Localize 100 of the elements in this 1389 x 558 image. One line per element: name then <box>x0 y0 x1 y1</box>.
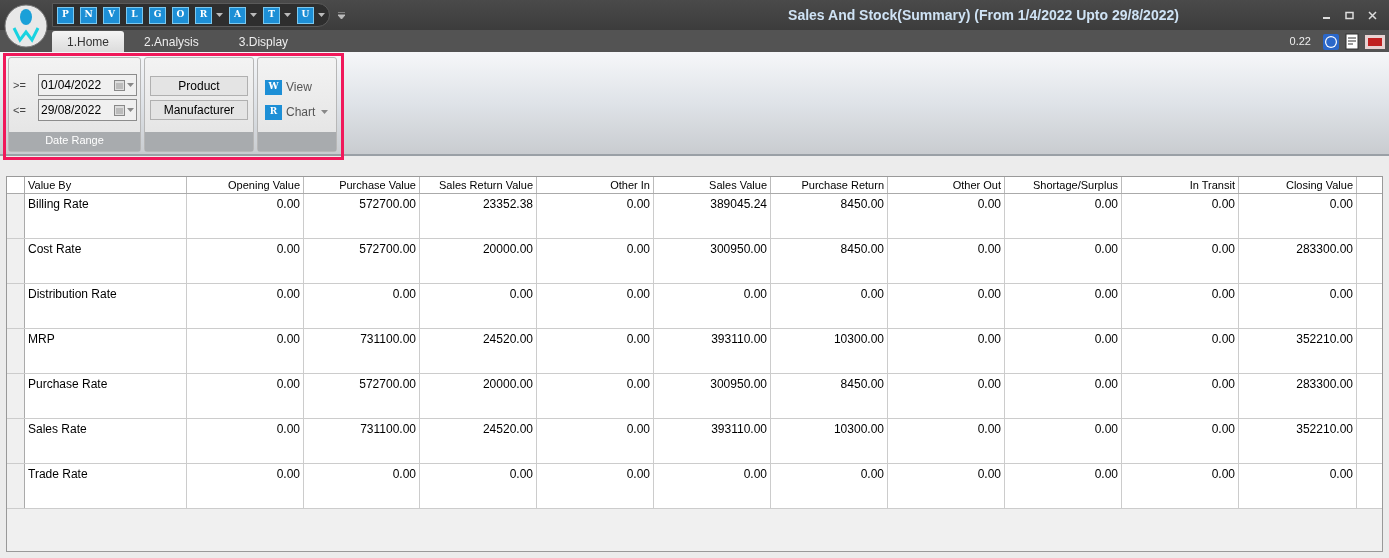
table-cell: 0.00 <box>1122 194 1239 238</box>
table-cell: 0.00 <box>537 464 654 508</box>
group-label: Date Range <box>9 132 140 151</box>
column-header[interactable]: Sales Return Value <box>420 177 537 193</box>
quick-access-button[interactable]: O <box>172 6 189 24</box>
column-header[interactable]: Sales Value <box>654 177 771 193</box>
table-cell: 572700.00 <box>304 194 420 238</box>
document-icon[interactable] <box>1345 33 1359 50</box>
date-field[interactable]: 01/04/2022 <box>38 74 137 96</box>
operator-label: <= <box>13 102 27 118</box>
ribbon-tab[interactable]: 1.Home <box>52 31 125 52</box>
table-cell: 0.00 <box>1005 419 1122 463</box>
exit-icon[interactable] <box>1365 34 1385 49</box>
quick-access-button[interactable]: R <box>195 6 212 24</box>
table-cell: 20000.00 <box>420 239 537 283</box>
table-cell: 300950.00 <box>654 374 771 418</box>
column-header[interactable]: Value By <box>25 177 187 193</box>
table-cell: 0.00 <box>1005 284 1122 328</box>
table-cell: 352210.00 <box>1239 329 1357 373</box>
caret-icon <box>127 83 134 87</box>
table-cell: 283300.00 <box>1239 239 1357 283</box>
table-cell: 0.00 <box>420 464 537 508</box>
column-header[interactable]: Purchase Return <box>771 177 888 193</box>
table-cell: 0.00 <box>187 194 304 238</box>
table-cell: 24520.00 <box>420 329 537 373</box>
table-cell: 0.00 <box>187 419 304 463</box>
help-icon[interactable] <box>1323 33 1339 50</box>
column-header[interactable]: Closing Value <box>1239 177 1357 193</box>
table-cell: 393110.00 <box>654 419 771 463</box>
column-header[interactable]: Other Out <box>888 177 1005 193</box>
table-cell: 10300.00 <box>771 329 888 373</box>
close-icon[interactable] <box>1368 10 1377 20</box>
calendar-icon[interactable] <box>114 79 125 91</box>
table-cell: 8450.00 <box>771 239 888 283</box>
ribbon-tab[interactable]: 2.Analysis <box>134 31 209 52</box>
table-cell: MRP <box>25 329 187 373</box>
ribbon-tab[interactable]: 3.Display <box>228 31 299 52</box>
table-cell: 0.00 <box>771 464 888 508</box>
column-header[interactable]: Shortage/Surplus <box>1005 177 1122 193</box>
table-cell: Sales Rate <box>25 419 187 463</box>
caret-icon[interactable] <box>216 13 223 17</box>
column-header[interactable]: In Transit <box>1122 177 1239 193</box>
table-cell: 0.00 <box>654 464 771 508</box>
version-label: 0.22 <box>1289 34 1311 50</box>
table-cell: 0.00 <box>304 464 420 508</box>
customize-icon[interactable] <box>338 11 345 19</box>
table-cell: 0.00 <box>1005 464 1122 508</box>
table-cell: 0.00 <box>187 374 304 418</box>
table-cell: 0.00 <box>1005 239 1122 283</box>
table-cell: 0.00 <box>1122 329 1239 373</box>
table-cell: 0.00 <box>888 374 1005 418</box>
date-field[interactable]: 29/08/2022 <box>38 99 137 121</box>
table-cell: 0.00 <box>1005 194 1122 238</box>
ribbon-action-button[interactable]: R Chart <box>265 103 316 121</box>
table-cell: Trade Rate <box>25 464 187 508</box>
table-cell: 0.00 <box>888 284 1005 328</box>
quick-access-button[interactable]: P <box>57 6 74 24</box>
table-cell: 0.00 <box>187 329 304 373</box>
table-cell: 0.00 <box>1122 284 1239 328</box>
caret-icon[interactable] <box>250 13 257 17</box>
table-cell: 0.00 <box>187 464 304 508</box>
calendar-icon[interactable] <box>114 104 125 116</box>
quick-access-button[interactable]: V <box>103 6 120 24</box>
table-cell: 24520.00 <box>420 419 537 463</box>
table-cell: 0.00 <box>537 239 654 283</box>
table-cell: 731100.00 <box>304 419 420 463</box>
column-header[interactable]: Purchase Value <box>304 177 420 193</box>
table-cell: 0.00 <box>420 284 537 328</box>
table-cell: 0.00 <box>888 239 1005 283</box>
table-cell: 572700.00 <box>304 374 420 418</box>
table-cell: 8450.00 <box>771 194 888 238</box>
quick-access-button[interactable]: G <box>149 6 166 24</box>
column-header[interactable]: Opening Value <box>187 177 304 193</box>
maximize-icon[interactable] <box>1345 10 1354 20</box>
table-cell: 0.00 <box>1005 374 1122 418</box>
table-cell: 23352.38 <box>420 194 537 238</box>
ribbon-action-button[interactable]: W View <box>265 78 312 96</box>
table-cell: Cost Rate <box>25 239 187 283</box>
toolbar-icon: W <box>265 79 282 95</box>
table-cell: 572700.00 <box>304 239 420 283</box>
table-cell: 0.00 <box>187 284 304 328</box>
table-cell: 0.00 <box>1122 239 1239 283</box>
table-cell: 300950.00 <box>654 239 771 283</box>
group-by-button[interactable]: Product <box>150 76 248 96</box>
table-cell: 0.00 <box>888 194 1005 238</box>
caret-icon[interactable] <box>284 13 291 17</box>
quick-access-button[interactable]: A <box>229 6 246 24</box>
caret-icon <box>321 110 329 114</box>
column-header[interactable]: Other In <box>537 177 654 193</box>
table-cell: 393110.00 <box>654 329 771 373</box>
table-cell: 0.00 <box>654 284 771 328</box>
quick-access-button[interactable]: N <box>80 6 97 24</box>
window-title: Sales And Stock(Summary) (From 1/4/2022 Upto 29/8/2022) <box>788 5 1179 25</box>
group-by-button[interactable]: Manufacturer <box>150 100 248 120</box>
table-cell: 0.00 <box>537 374 654 418</box>
quick-access-button[interactable]: U <box>297 6 314 24</box>
quick-access-button[interactable]: L <box>126 6 143 24</box>
table-cell: 0.00 <box>537 419 654 463</box>
caret-icon[interactable] <box>318 13 325 17</box>
quick-access-button[interactable]: T <box>263 6 280 24</box>
